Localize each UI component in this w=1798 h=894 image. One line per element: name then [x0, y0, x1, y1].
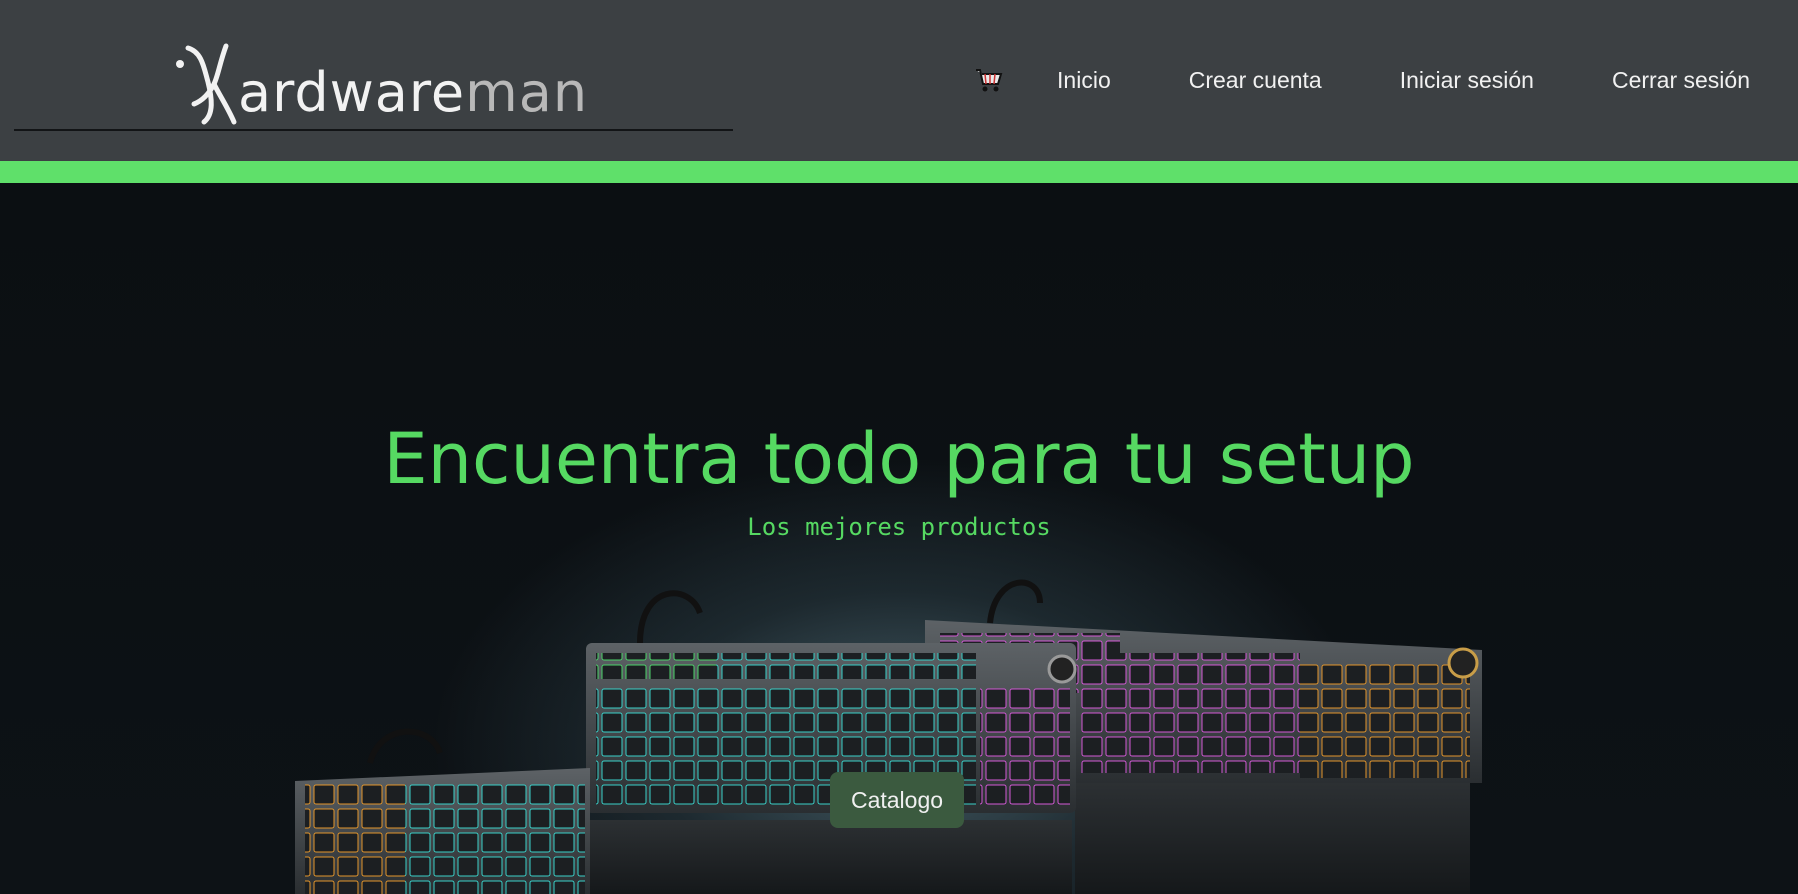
shopping-cart-icon — [976, 69, 1003, 92]
logo-h-glyph-icon — [174, 42, 242, 126]
logo-divider — [14, 129, 733, 131]
logo-text: ardwareman — [238, 61, 589, 124]
nav-link-iniciar-sesion[interactable]: Iniciar sesión — [1400, 67, 1534, 94]
main-nav: Inicio Crear cuenta Iniciar sesión Cerra… — [973, 58, 1750, 102]
nav-link-crear-cuenta[interactable]: Crear cuenta — [1189, 67, 1322, 94]
nav-link-inicio[interactable]: Inicio — [1057, 67, 1111, 94]
hero-title: Encuentra todo para tu setup — [383, 418, 1415, 500]
site-header: ardwareman Inicio Crear cuenta Iniciar s… — [0, 0, 1798, 161]
accent-bar — [0, 161, 1798, 183]
nav-link-cerrar-sesion[interactable]: Cerrar sesión — [1612, 67, 1750, 94]
hero-subtitle: Los mejores productos — [747, 513, 1051, 541]
catalog-button[interactable]: Catalogo — [830, 772, 964, 828]
hero-banner: Encuentra todo para tu setup Los mejores… — [0, 183, 1798, 894]
brand-logo[interactable]: ardwareman — [174, 36, 588, 126]
cart-button[interactable] — [973, 64, 1005, 96]
